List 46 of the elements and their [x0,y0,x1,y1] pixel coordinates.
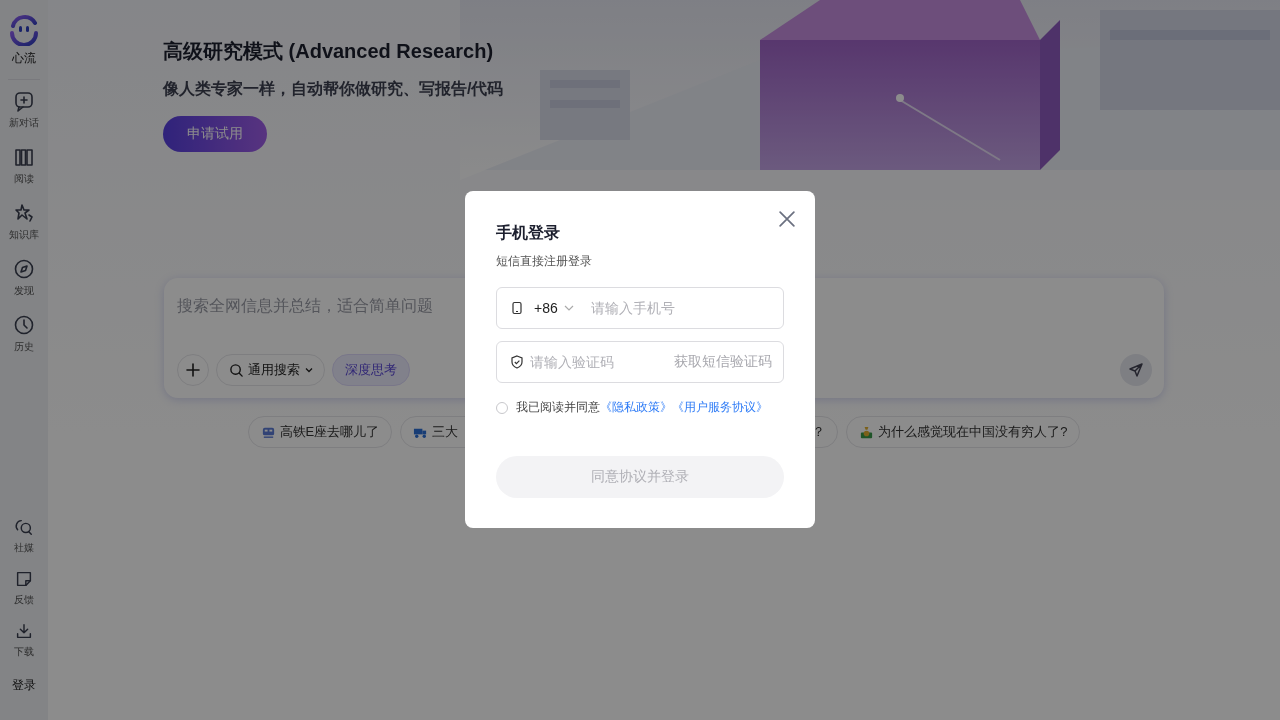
search-mode-dropdown[interactable]: 通用搜索 [216,354,325,386]
country-code-dropdown[interactable]: +86 [534,300,575,316]
dialog-title: 手机登录 [496,223,561,243]
smiley-logo-icon [8,14,40,46]
agreement-text: 我已阅读并同意 [516,399,600,416]
note-icon [14,569,34,589]
nav-label[interactable]: 阅读 [14,172,34,186]
phone-icon [510,301,524,315]
close-icon [779,211,795,227]
books-icon [13,146,35,168]
nav-label[interactable]: 下载 [14,645,34,659]
nav-label[interactable]: 历史 [14,340,34,354]
logo-label: 心流 [12,50,36,67]
nav-label[interactable]: 新对话 [9,116,39,130]
phone-field[interactable]: +86 请输入手机号 [496,287,784,329]
dialog-subtitle: 短信直接注册登录 [496,253,593,270]
deep-think-toggle[interactable]: 深度思考 [332,354,410,386]
banner-title: 高级研究模式 (Advanced Research) [163,39,495,64]
nav-label[interactable]: 反馈 [14,593,34,607]
nav-label[interactable]: 社媒 [14,541,34,555]
code-field[interactable]: 请输入验证码 获取短信验证码 [496,341,784,383]
chat-plus-icon [13,90,35,112]
nav-label[interactable]: 知识库 [9,228,39,242]
clock-icon [13,314,35,336]
send-button[interactable] [1120,354,1152,386]
suggestion-chip[interactable]: 为什么感觉现在中国没有穷人了? [846,416,1081,448]
agreement-link[interactable]: 《隐私政策》 [600,399,672,416]
send-icon [1128,362,1144,378]
close-button[interactable] [779,211,795,227]
get-code-link[interactable]: 获取短信验证码 [674,353,772,371]
apply-button[interactable]: 申请试用 [163,116,267,152]
money-bag-icon [859,424,875,440]
banner-subtitle: 像人类专家一样，自动帮你做研究、写报告/代码 [163,79,505,99]
chat-bubbles-icon [14,517,34,537]
search-icon [229,362,244,378]
agreement-link[interactable]: 《用户服务协议》 [672,399,768,416]
suggestion-chip[interactable]: 高铁E座去哪儿了 [247,416,393,448]
add-button[interactable] [177,354,209,386]
shield-icon [510,355,524,369]
nav-label[interactable]: 发现 [14,284,34,298]
login-link[interactable]: 登录 [12,677,36,694]
download-icon [14,621,34,641]
sparkle-icon [13,202,35,224]
compass-icon [13,258,35,280]
caret-icon [304,365,314,375]
plus-icon [185,362,201,378]
